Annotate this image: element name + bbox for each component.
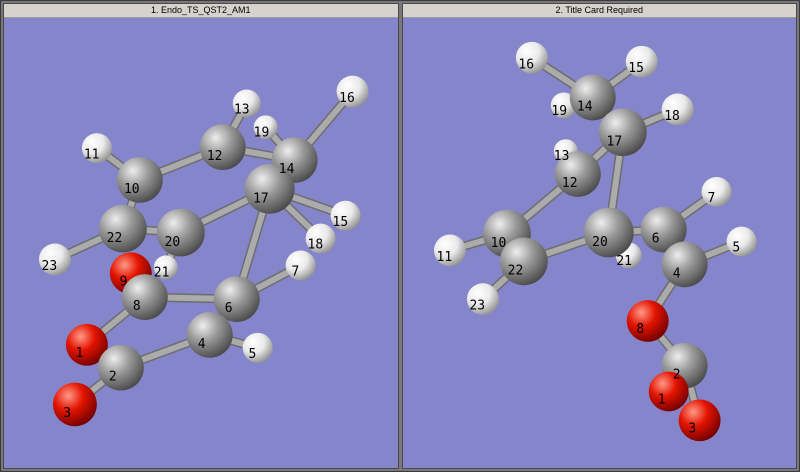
atom-label-4: 4 [672, 266, 680, 281]
panel-molecule-1: 1. Endo_TS_QST2_AM1 16131912141110151817… [3, 3, 399, 469]
atom-label-11: 11 [84, 147, 100, 162]
atom-label-6: 6 [651, 232, 659, 247]
atom-label-19: 19 [254, 125, 270, 140]
atom-label-10: 10 [124, 182, 140, 197]
atom-label-17: 17 [606, 135, 622, 150]
atom-label-5: 5 [249, 347, 257, 362]
atom-label-2: 2 [109, 370, 117, 385]
panel-1-viewport[interactable]: 1613191214111015181721222023978615423 [4, 18, 398, 468]
atom-label-21: 21 [154, 266, 170, 281]
atom-label-5: 5 [732, 241, 740, 256]
molecule-view-1[interactable]: 1613191214111015181721222023978615423 [4, 18, 398, 468]
atom-label-1: 1 [76, 346, 84, 361]
atom-label-21: 21 [616, 254, 632, 269]
atom-label-3: 3 [63, 406, 71, 421]
atom-label-19: 19 [551, 104, 567, 119]
atom-C-4[interactable] [661, 242, 707, 288]
atom-O-3[interactable] [678, 399, 720, 441]
atom-label-18: 18 [308, 238, 324, 253]
molecule-view-2[interactable]: 161519141813171271110216520224238213 [403, 18, 797, 468]
atom-label-7: 7 [707, 191, 715, 206]
atom-H-5[interactable] [726, 227, 756, 257]
panel-2-titlebar[interactable]: 2. Title Card Required [403, 4, 797, 18]
atom-label-23: 23 [42, 259, 58, 274]
panel-1-title: 1. Endo_TS_QST2_AM1 [151, 6, 251, 15]
atom-label-14: 14 [279, 162, 295, 177]
app-window: 1. Endo_TS_QST2_AM1 16131912141110151817… [0, 0, 800, 472]
atom-label-13: 13 [553, 149, 569, 164]
atom-label-2: 2 [672, 368, 680, 383]
panel-2-title: 2. Title Card Required [555, 6, 643, 15]
atom-label-17: 17 [253, 192, 269, 207]
atom-label-8: 8 [133, 299, 141, 314]
atom-label-15: 15 [333, 215, 349, 230]
atom-label-10: 10 [490, 236, 506, 251]
atom-label-3: 3 [688, 422, 696, 437]
atom-label-20: 20 [165, 235, 181, 250]
atom-label-22: 22 [107, 231, 123, 246]
atom-label-1: 1 [657, 392, 665, 407]
atom-label-22: 22 [507, 264, 523, 279]
atom-H-7[interactable] [701, 177, 731, 207]
atom-C-4[interactable] [187, 312, 233, 358]
atom-label-9: 9 [120, 275, 128, 290]
atom-label-12: 12 [207, 149, 223, 164]
atom-label-6: 6 [225, 301, 233, 316]
atom-C-2[interactable] [98, 345, 144, 391]
atom-label-16: 16 [339, 91, 355, 106]
atom-label-7: 7 [291, 265, 299, 280]
atom-label-13: 13 [234, 102, 250, 117]
atom-H-7[interactable] [286, 250, 316, 280]
atom-label-23: 23 [469, 299, 485, 314]
panel-2-viewport[interactable]: 161519141813171271110216520224238213 [403, 18, 797, 468]
atom-O-1[interactable] [648, 372, 688, 412]
atom-label-15: 15 [628, 61, 644, 76]
atom-label-14: 14 [576, 99, 592, 114]
atom-label-16: 16 [518, 57, 534, 72]
atom-label-8: 8 [636, 322, 644, 337]
atom-O-3[interactable] [53, 383, 97, 427]
atom-label-12: 12 [561, 176, 577, 191]
panel-molecule-2: 2. Title Card Required 16151914181317127… [402, 3, 798, 469]
atom-label-11: 11 [436, 250, 452, 265]
atom-H-5[interactable] [243, 333, 273, 363]
atom-O-8[interactable] [626, 300, 668, 342]
panel-1-titlebar[interactable]: 1. Endo_TS_QST2_AM1 [4, 4, 398, 18]
atom-label-18: 18 [664, 109, 680, 124]
atom-C-8[interactable] [122, 274, 168, 320]
atom-label-20: 20 [592, 235, 608, 250]
atom-label-4: 4 [198, 337, 206, 352]
